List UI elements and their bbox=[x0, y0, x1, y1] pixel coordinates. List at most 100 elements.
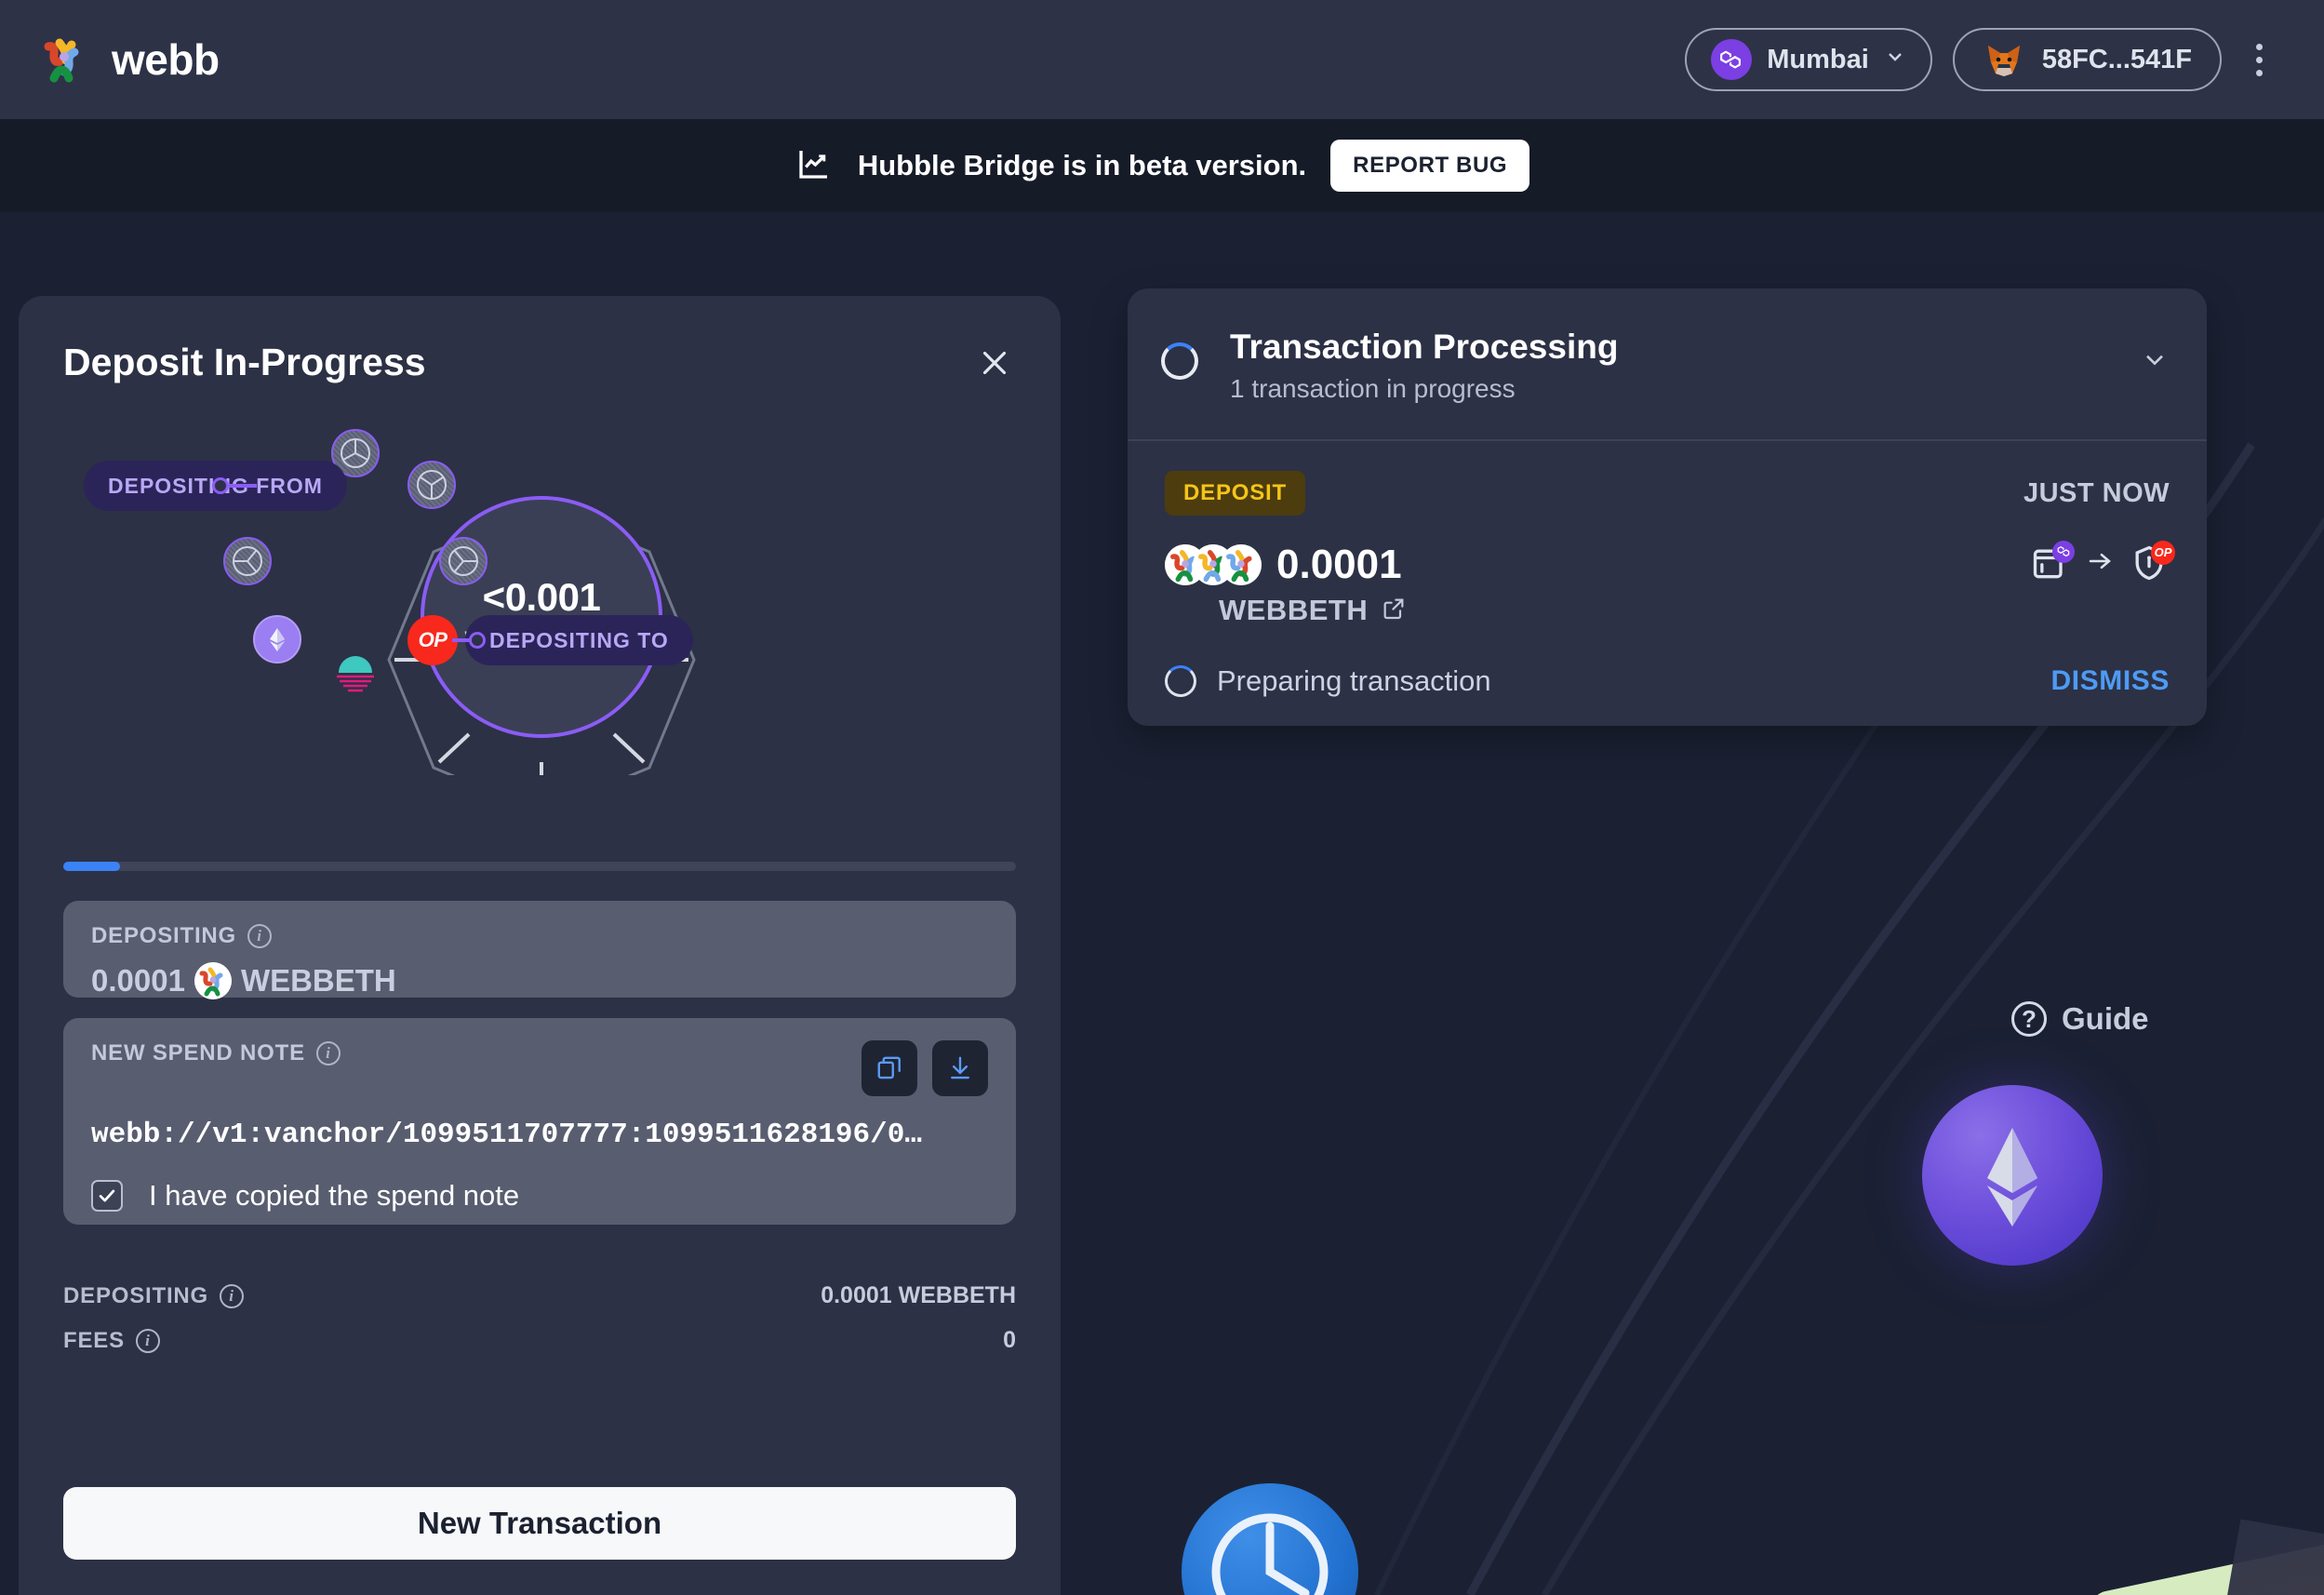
brand-name: webb bbox=[112, 35, 220, 84]
question-circle-icon: ? bbox=[2011, 1001, 2047, 1037]
guide-label: Guide bbox=[2062, 1001, 2149, 1036]
wallet-address: 58FC...541F bbox=[2041, 44, 2192, 74]
beta-banner: Hubble Bridge is in beta version. REPORT… bbox=[0, 119, 2324, 212]
metamask-fox-icon bbox=[1983, 38, 2025, 81]
tx-amount-row: 0.0001 OP bbox=[1165, 540, 2175, 588]
tx-status-text: Preparing transaction bbox=[1217, 664, 1491, 697]
tx-status-row: Preparing transaction DISMISS bbox=[1165, 664, 2170, 698]
tx-symbol-row: WEBBETH bbox=[1219, 594, 2170, 627]
depositing-to-label: DEPOSITING TO bbox=[489, 627, 669, 652]
brand[interactable]: webb bbox=[39, 34, 220, 86]
summary-label-text: DEPOSITING bbox=[63, 1282, 209, 1308]
progress-bar-fill bbox=[63, 862, 121, 871]
app-header: webb Mumbai 58FC...541F bbox=[0, 0, 2324, 119]
optimism-icon: OP bbox=[2151, 540, 2175, 565]
spend-note-actions bbox=[861, 1040, 988, 1096]
tx-card-header[interactable]: Transaction Processing 1 transaction in … bbox=[1128, 288, 2207, 441]
page-body: Deposit In-Progress <0.001 OP DEPOSITING… bbox=[0, 212, 2324, 1595]
polygon-icon bbox=[1711, 39, 1753, 80]
external-link-icon[interactable] bbox=[1381, 596, 1407, 626]
chain-node-sunset[interactable] bbox=[331, 647, 380, 695]
info-icon[interactable]: i bbox=[220, 1283, 245, 1308]
tx-route: OP bbox=[2030, 540, 2175, 588]
webb-token-icon bbox=[194, 962, 232, 999]
summary-value: 0.0001 WEBBETH bbox=[821, 1282, 1016, 1308]
network-selector[interactable]: Mumbai bbox=[1685, 28, 1932, 91]
banner-text: Hubble Bridge is in beta version. bbox=[857, 149, 1307, 181]
depositing-amount: 0.0001 bbox=[91, 963, 185, 998]
header-actions: Mumbai 58FC...541F bbox=[1685, 28, 2276, 91]
optimism-icon: OP bbox=[418, 628, 447, 651]
spend-note-block-label: NEW SPEND NOTE i bbox=[91, 1040, 341, 1066]
info-icon[interactable]: i bbox=[315, 1041, 341, 1066]
dismiss-button[interactable]: DISMISS bbox=[2050, 665, 2170, 697]
depositing-block: DEPOSITING i 0.0001 WEBBETH bbox=[63, 901, 1016, 999]
spend-note-value[interactable]: webb://v1:vanchor/1099511707777:10995116… bbox=[91, 1119, 988, 1151]
wallet-icon bbox=[2030, 540, 2075, 588]
new-transaction-button[interactable]: New Transaction bbox=[63, 1487, 1016, 1560]
progress-bar bbox=[63, 862, 1016, 871]
tx-item-top-row: DEPOSIT JUST NOW bbox=[1165, 471, 2170, 516]
summary-label-text: FEES bbox=[63, 1327, 125, 1353]
summary-label: FEES i bbox=[63, 1328, 160, 1354]
from-connector bbox=[229, 484, 257, 488]
ring-amount-text: <0.001 bbox=[482, 574, 601, 619]
from-connector-dot bbox=[212, 477, 229, 494]
chain-node-ethereum[interactable] bbox=[253, 615, 301, 663]
summary-row-depositing: DEPOSITING i 0.0001 WEBBETH bbox=[63, 1282, 1016, 1309]
network-label: Mumbai bbox=[1767, 44, 1869, 74]
summary-value: 0 bbox=[1003, 1327, 1016, 1353]
info-icon[interactable]: i bbox=[135, 1328, 160, 1353]
checkmark-icon[interactable] bbox=[91, 1180, 123, 1212]
spend-note-label-text: NEW SPEND NOTE bbox=[91, 1040, 305, 1066]
wallet-button[interactable]: 58FC...541F bbox=[1952, 28, 2222, 91]
chevron-down-icon bbox=[1884, 45, 1906, 75]
spinner-icon bbox=[1165, 665, 1196, 697]
chain-node-right[interactable] bbox=[439, 537, 488, 585]
download-icon[interactable] bbox=[932, 1040, 988, 1096]
page-title: Deposit In-Progress bbox=[63, 341, 426, 383]
copy-icon[interactable] bbox=[861, 1040, 917, 1096]
depositing-block-label: DEPOSITING i bbox=[91, 923, 988, 949]
deposit-card-header: Deposit In-Progress bbox=[19, 296, 1061, 384]
vertical-dots-icon[interactable] bbox=[2242, 28, 2276, 91]
spend-note-block: NEW SPEND NOTE i webb://v1:vanchor/10995… bbox=[63, 1018, 1016, 1225]
report-bug-button[interactable]: REPORT BUG bbox=[1330, 140, 1530, 192]
copied-note-label: I have copied the spend note bbox=[149, 1179, 520, 1212]
info-icon[interactable]: i bbox=[247, 924, 273, 948]
tx-timestamp: JUST NOW bbox=[2023, 477, 2170, 508]
line-chart-icon bbox=[795, 144, 834, 188]
chain-ring-diagram: <0.001 WEBBETH OP bbox=[19, 403, 1061, 775]
depositing-symbol: WEBBETH bbox=[240, 963, 396, 998]
chain-node-optimism[interactable]: OP bbox=[407, 615, 458, 665]
arrow-right-icon bbox=[2086, 547, 2114, 583]
polygon-icon bbox=[2052, 540, 2075, 563]
blue-token-sphere-icon bbox=[1182, 1483, 1358, 1595]
webb-logo-icon bbox=[39, 34, 91, 86]
chain-node-left[interactable] bbox=[223, 537, 272, 585]
summary-label: DEPOSITING i bbox=[63, 1282, 245, 1309]
copied-note-checkbox-row[interactable]: I have copied the spend note bbox=[91, 1179, 988, 1213]
spinner-icon bbox=[1161, 342, 1198, 380]
chevron-down-icon[interactable] bbox=[2140, 344, 2170, 379]
ethereum-sphere-icon bbox=[1922, 1085, 2103, 1266]
tx-amount: 0.0001 bbox=[1276, 542, 1402, 587]
to-connector-dot bbox=[469, 632, 486, 649]
transaction-processing-card: Transaction Processing 1 transaction in … bbox=[1128, 288, 2207, 726]
depositing-block-value: 0.0001 WEBBETH bbox=[91, 962, 988, 999]
depositing-label-text: DEPOSITING bbox=[91, 923, 237, 948]
shield-icon: OP bbox=[2129, 540, 2175, 588]
tx-card-subtitle: 1 transaction in progress bbox=[1230, 374, 1516, 403]
close-icon[interactable] bbox=[973, 342, 1016, 384]
summary-row-fees: FEES i 0 bbox=[63, 1327, 1016, 1354]
tx-card-title: Transaction Processing bbox=[1230, 328, 1619, 366]
tx-symbol: WEBBETH bbox=[1219, 594, 1369, 626]
chain-node-upper-right[interactable] bbox=[407, 461, 456, 509]
guide-link[interactable]: ? Guide bbox=[2011, 1001, 2149, 1037]
depositing-to-pill: DEPOSITING TO bbox=[465, 615, 693, 665]
status-badge: DEPOSIT bbox=[1165, 471, 1305, 516]
tx-item: DEPOSIT JUST NOW 0.0001 OP WEBBETH Prepa… bbox=[1128, 441, 2207, 726]
deposit-progress-card: Deposit In-Progress <0.001 OP DEPOSITING… bbox=[19, 296, 1061, 1595]
sunset-chain-icon bbox=[337, 656, 374, 692]
webb-token-icon bbox=[1165, 544, 1262, 585]
